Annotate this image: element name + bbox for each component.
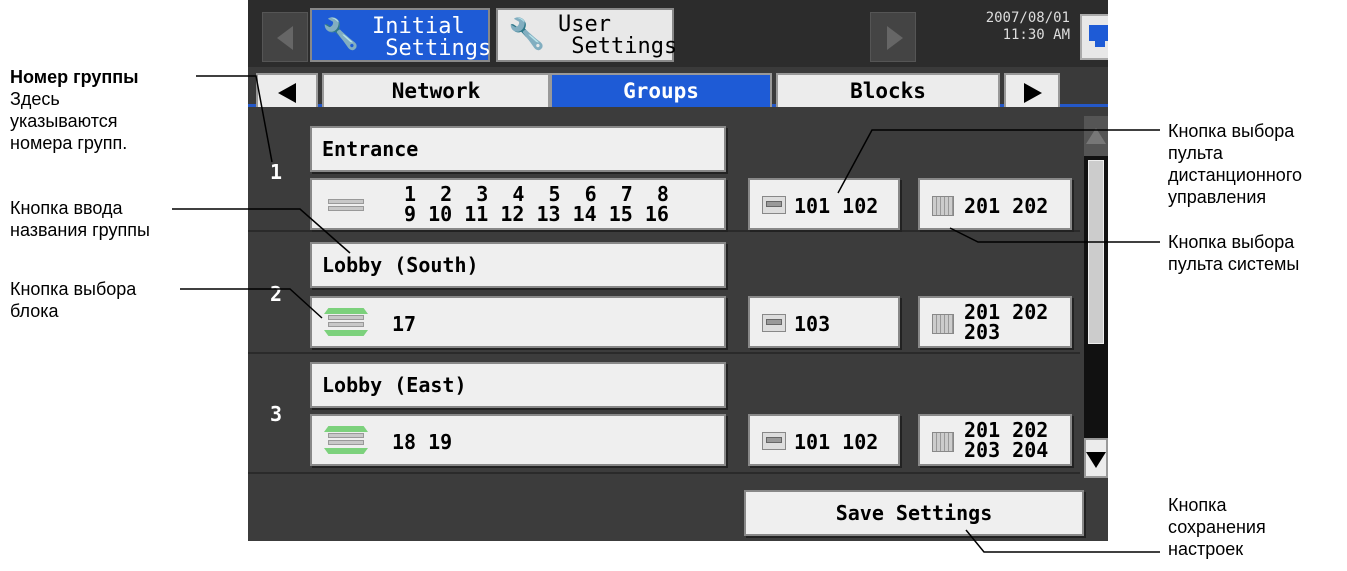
group-number: 2 [270,282,283,306]
unit-numbers: 17 [392,312,417,336]
scrollbar[interactable] [1084,116,1108,478]
down-arrow-icon [1086,452,1106,468]
system-controller-icon [932,432,954,452]
tab-initial-label: Initial Settings [372,14,492,61]
tab-initial-settings[interactable]: 🔧 Initial Settings [310,8,492,62]
system-controller-select-button[interactable]: 201 202 [918,178,1072,230]
group-name-button[interactable]: Lobby (East) [310,362,726,408]
wrench-icon: 🔧 [322,17,360,52]
save-settings-button[interactable]: Save Settings [744,490,1084,536]
tab-groups[interactable]: Groups [550,73,772,107]
sub-tab-bar: Network Groups Blocks [248,67,1108,107]
annotation-remote-button: Кнопка выбора пульта дистанционного упра… [1168,121,1302,207]
remote-select-button[interactable]: 101 102 [748,414,900,466]
monitor-icon [1089,25,1108,41]
annotation-group-number: Номер группы [10,66,138,88]
unit-numbers: 1 2 3 4 5 6 7 8 9 10 11 12 13 14 15 16 [404,182,669,226]
group-row: 1 Entrance 1 2 3 4 5 6 7 8 9 10 11 12 13… [248,116,1080,232]
unit-select-button[interactable]: 17 [310,296,726,348]
group-number: 3 [270,402,283,426]
group-name-button[interactable]: Lobby (South) [310,242,726,288]
remote-controller-icon [762,432,786,450]
remote-select-button[interactable]: 103 [748,296,900,348]
right-arrow-icon [1024,83,1042,103]
up-arrow-icon [1086,128,1106,144]
subtab-prev-button[interactable] [256,73,318,107]
clock: 2007/08/01 11:30 AM [940,10,1070,44]
annotation-save-button: Кнопка сохранения настроек [1168,495,1266,559]
group-row: 2 Lobby (South) 17 103 201 202 203 [248,238,1080,354]
date-text: 2007/08/01 [985,10,1070,26]
left-arrow-icon [277,26,293,50]
annotation-group-number-desc: Здесь указываются номера групп. [10,89,128,153]
indoor-unit-icon [324,192,368,220]
remote-addresses: 103 [794,312,831,336]
monitor-button[interactable] [1080,14,1108,60]
controller-screen: 🔧 Initial Settings 🔧 User Settings 2007/… [248,0,1108,541]
header-next-button[interactable] [870,12,916,62]
annotation-unit-button: Кнопка выбора блока [10,279,137,321]
system-addresses: 201 202 203 [964,300,1049,344]
scroll-up-button[interactable] [1084,116,1108,156]
system-controller-select-button[interactable]: 201 202 203 204 [918,414,1072,466]
tab-user-label: User Settings [558,12,678,59]
scroll-thumb[interactable] [1088,160,1104,344]
system-addresses: 201 202 203 204 [964,418,1049,462]
remote-select-button[interactable]: 101 102 [748,178,900,230]
monitor-stand [1095,41,1105,47]
annotation-name-button: Кнопка ввода названия группы [10,198,150,240]
top-header: 🔧 Initial Settings 🔧 User Settings 2007/… [248,0,1108,67]
tab-network[interactable]: Network [322,73,550,107]
group-row: 3 Lobby (East) 18 19 101 102 201 202 203… [248,358,1080,474]
wrench-icon: 🔧 [508,17,546,52]
header-prev-button[interactable] [262,12,308,62]
system-controller-icon [932,314,954,334]
remote-controller-icon [762,196,786,214]
unit-numbers: 18 19 [392,430,453,454]
tab-user-settings[interactable]: 🔧 User Settings [496,8,678,62]
system-addresses: 201 202 [964,194,1049,218]
group-number: 1 [270,160,283,184]
subtab-next-button[interactable] [1004,73,1060,107]
left-arrow-icon [278,83,296,103]
annotation-system-button: Кнопка выбора пульта системы [1168,232,1300,274]
system-controller-icon [932,196,954,216]
scroll-down-button[interactable] [1084,438,1108,478]
annotation-group-number-title: Номер группы [10,67,139,87]
indoor-unit-icon [324,426,368,454]
time-text: 11:30 AM [1002,27,1070,43]
group-name-button[interactable]: Entrance [310,126,726,172]
tab-blocks[interactable]: Blocks [776,73,1000,107]
right-arrow-icon [887,26,903,50]
indoor-unit-icon [324,308,368,336]
remote-controller-icon [762,314,786,332]
unit-select-button[interactable]: 18 19 [310,414,726,466]
unit-select-button[interactable]: 1 2 3 4 5 6 7 8 9 10 11 12 13 14 15 16 [310,178,726,230]
remote-addresses: 101 102 [794,430,879,454]
remote-addresses: 101 102 [794,194,879,218]
system-controller-select-button[interactable]: 201 202 203 [918,296,1072,348]
